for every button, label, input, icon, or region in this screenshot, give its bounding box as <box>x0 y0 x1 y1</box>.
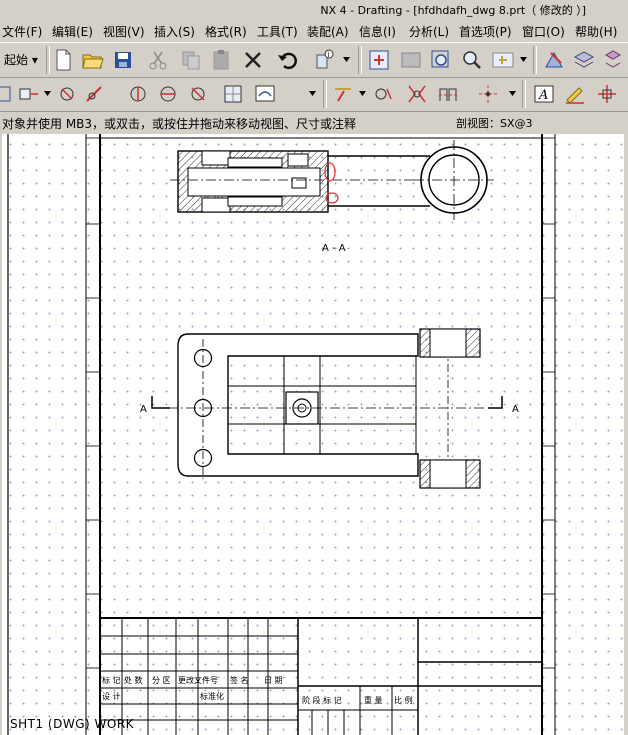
update-view-icon[interactable] <box>252 81 278 107</box>
status-message: 对象并使用 MB3，或双击，或按住并拖动来移动视图、尺寸或注释 <box>2 117 357 131</box>
standard-toolbar: 起始 ▾ i <box>0 42 628 78</box>
feature-control-frame-icon[interactable] <box>562 81 588 107</box>
paste-icon[interactable] <box>208 47 234 73</box>
centerline-icon[interactable] <box>369 81 395 107</box>
folded-section-icon[interactable] <box>185 81 211 107</box>
delete-icon[interactable] <box>240 47 266 73</box>
shaded-view-icon[interactable] <box>398 47 424 73</box>
menu-format[interactable]: 格式(R) <box>205 23 247 40</box>
menu-analysis[interactable]: 分析(L) <box>409 23 449 40</box>
tb-zone: 分 区 <box>152 676 171 685</box>
dropdown-arrow-icon[interactable] <box>343 57 350 62</box>
menu-information[interactable]: 信息(I) <box>359 23 396 40</box>
dropdown-arrow-icon[interactable] <box>359 91 366 96</box>
zoom-window-icon[interactable] <box>428 47 454 73</box>
dropdown-arrow-icon[interactable] <box>44 91 51 96</box>
dropdown-arrow-icon[interactable] <box>509 91 516 96</box>
open-folder-icon[interactable] <box>80 47 106 73</box>
information-icon[interactable]: i <box>312 47 338 73</box>
start-button[interactable]: 起始 ▾ <box>4 51 38 68</box>
toolbar-separator <box>533 46 537 74</box>
menu-window[interactable]: 窗口(O) <box>522 23 565 40</box>
zoom-icon[interactable] <box>459 47 485 73</box>
utility-symbol-icon[interactable] <box>330 81 356 107</box>
section-title-a-a: A - A <box>322 243 346 254</box>
view-boundary-icon[interactable] <box>0 81 14 107</box>
title-bar: NX 4 - Drafting - [hfdhdafh_dwg 8.prt（ 修… <box>0 0 628 19</box>
cut-label-left: A <box>140 404 147 415</box>
fit-view-icon[interactable] <box>366 47 392 73</box>
menu-assembly[interactable]: 装配(A) <box>307 23 349 40</box>
section-view-icon[interactable] <box>82 81 108 107</box>
tb-design: 设 计 <box>102 691 121 701</box>
tb-change-doc: 更改文件号 <box>178 675 218 685</box>
menu-tools[interactable]: 工具(T) <box>257 23 298 40</box>
undo-icon[interactable] <box>275 47 301 73</box>
start-label: 起始 <box>4 53 29 67</box>
drawing-canvas[interactable]: A - A A A 标 记 处 数 分 区 更改文件号 签 名 日 期 设 计 … <box>2 134 624 735</box>
tb-date: 日 期 <box>264 676 283 685</box>
toolbar-separator <box>323 80 327 108</box>
dropdown-arrow-icon[interactable] <box>309 91 316 96</box>
tb-standardize: 标准化 <box>200 691 224 701</box>
toolbar-separator <box>522 80 526 108</box>
drawing-sheet: A - A A A 标 记 处 数 分 区 更改文件号 签 名 日 期 设 计 … <box>7 134 556 735</box>
save-icon[interactable] <box>110 47 136 73</box>
menu-bar: 文件(F) 编辑(E) 视图(V) 插入(S) 格式(R) 工具(T) 装配(A… <box>0 19 628 42</box>
dropdown-arrow-icon[interactable] <box>520 57 527 62</box>
plan-view[interactable] <box>151 328 503 489</box>
section-view-status: 剖视图：SX@3 <box>456 117 533 130</box>
revolved-section-icon[interactable] <box>155 81 181 107</box>
half-section-icon[interactable] <box>125 81 151 107</box>
cut-icon[interactable] <box>145 47 171 73</box>
svg-text:i: i <box>328 51 330 59</box>
note-icon[interactable]: A <box>531 81 557 107</box>
menu-insert[interactable]: 插入(S) <box>154 23 195 40</box>
menu-help[interactable]: 帮助(H) <box>575 23 617 40</box>
status-bar: 对象并使用 MB3，或双击，或按住并拖动来移动视图、尺寸或注释 剖视图：SX@3 <box>0 112 628 134</box>
cut-label-right: A <box>512 404 519 415</box>
copy-icon[interactable] <box>178 47 204 73</box>
bolt-circle-icon[interactable] <box>404 81 430 107</box>
pan-icon[interactable] <box>490 47 516 73</box>
new-file-icon[interactable] <box>50 47 76 73</box>
tb-count: 处 数 <box>124 675 143 685</box>
window-title: NX 4 - Drafting - [hfdhdafh_dwg 8.prt（ 修… <box>320 4 586 17</box>
title-block-labels: 标 记 处 数 分 区 更改文件号 签 名 日 期 设 计 标准化 阶 段 标 … <box>102 675 413 705</box>
sheet-status-label: SHT1 (DWG) WORK <box>10 717 135 731</box>
layer-settings-icon[interactable] <box>571 47 597 73</box>
menu-edit[interactable]: 编辑(E) <box>52 23 93 40</box>
menu-file[interactable]: 文件(F) <box>2 23 42 40</box>
drafting-tools-icon[interactable] <box>541 47 567 73</box>
section-view-a-a[interactable] <box>170 140 494 220</box>
tb-weight: 重 量 <box>364 695 383 705</box>
part-navigator-icon[interactable] <box>600 47 626 73</box>
svg-text:A: A <box>538 88 548 103</box>
break-view-icon[interactable] <box>220 81 246 107</box>
symmetric-centerline-icon[interactable] <box>435 81 461 107</box>
tb-scale: 比 例 <box>394 695 413 705</box>
menu-preferences[interactable]: 首选项(P) <box>459 23 512 40</box>
projected-view-icon[interactable] <box>16 81 42 107</box>
tb-mark: 标 记 <box>102 675 121 685</box>
toolbar-separator <box>358 46 362 74</box>
detail-view-icon[interactable] <box>54 81 80 107</box>
tb-signature: 签 名 <box>230 675 249 685</box>
tb-stage-mark: 阶 段 标 记 <box>302 695 342 705</box>
drafting-toolbar: A <box>0 77 628 112</box>
menu-view[interactable]: 视图(V) <box>103 23 145 40</box>
offset-center-point-icon[interactable] <box>475 81 501 107</box>
datum-feature-symbol-icon[interactable] <box>594 81 620 107</box>
